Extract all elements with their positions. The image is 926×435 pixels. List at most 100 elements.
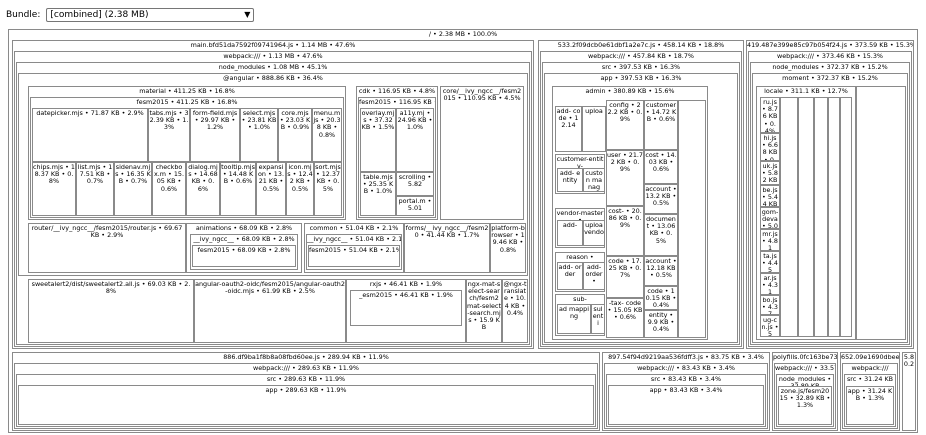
sweetalert-file[interactable]: sweetalert2/dist/sweetalert2.all.js • 69… xyxy=(28,279,194,343)
admin-code[interactable]: code • 17.25 KB • 0.7% xyxy=(606,256,644,298)
admin-account-1[interactable]: account • 13.2 KB • 0.5% xyxy=(644,184,678,214)
file-overlay[interactable]: overlay.mjs • 37.32 KB • 1.5% xyxy=(360,108,396,172)
admin-account-2[interactable]: account • 12.18 KB • 0.5% xyxy=(644,256,678,286)
chunk-5[interactable]: 5.8 0.2 xyxy=(902,352,916,431)
mat-select-search-file[interactable]: ngx-mat-select-search/fesm2 mat-select-s… xyxy=(466,279,502,343)
locale-ar[interactable]: ar.js • 4.31 xyxy=(760,273,780,295)
file-chips[interactable]: chips.mjs • 18.37 KB • 0.8% xyxy=(32,162,76,216)
c652-app-label: app • 31.24 KB • 1.3% xyxy=(847,387,893,403)
admin-tax-code[interactable]: -tax- code • 15.05 KB • 0.6% xyxy=(606,298,644,338)
admin-add-entity[interactable]: add- entity xyxy=(557,168,583,192)
admin-customer-manage[interactable]: custon manag xyxy=(583,168,605,192)
admin-user[interactable]: user • 21.72 KB • 0.9% xyxy=(606,150,644,206)
sweetalert-label: sweetalert2/dist/sweetalert2.all.js • 69… xyxy=(31,280,191,296)
bundle-select[interactable]: [combined] (2.38 MB) ▼ xyxy=(46,8,255,22)
admin-misc-column[interactable] xyxy=(678,100,706,338)
locale-ar-label: ar.js • 4.31 xyxy=(762,274,778,295)
c897-app-label: app • 83.43 KB • 3.4% xyxy=(649,386,723,394)
file-checkbox[interactable]: checkbox.m • 15.05 KB • 0.6% xyxy=(152,162,186,216)
locale-bo-label: bo.js • 4.37 xyxy=(762,296,778,315)
file-sort[interactable]: sort.mjs • 12.37 KB • 0.5% xyxy=(314,162,342,216)
file-select[interactable]: select.mjs • 23.81 KB • 1.0% xyxy=(240,108,278,162)
locale-be[interactable]: be.js • 5.44 KB • 0.2% xyxy=(760,185,780,207)
animations-fesm-folder[interactable]: fesm2015 • 68.09 KB • 2.8% xyxy=(192,245,296,267)
file-overlay-label: overlay.mjs • 37.32 KB • 1.5% xyxy=(361,109,395,132)
locale-mr[interactable]: mr.js • 4.81 xyxy=(760,229,780,251)
chunk-533-label: 533.2f09dcb0e61dbf1a2e7c.js • 458.14 KB … xyxy=(557,41,725,49)
admin-entity[interactable]: entity • 9.9 KB • 0.4% xyxy=(644,310,678,338)
locale-bo[interactable]: bo.js • 4.37 xyxy=(760,295,780,315)
chunk-polyfills-label: polyfills.0fc163be73e9 xyxy=(773,353,837,361)
admin-ad-mapping[interactable]: ad mapping xyxy=(557,304,591,334)
polyfills-zone[interactable]: zone.js/fesm2015 • 32.89 KB • 1.3% xyxy=(778,386,832,425)
locale-ta[interactable]: ta.js • 4.45 xyxy=(760,251,780,273)
admin-upload-1[interactable]: uploa xyxy=(582,106,606,152)
admin-add-code[interactable]: add- code • 12.14 xyxy=(555,106,582,152)
file-form-field-label: form-field.mjs • 29.97 KB • 1.2% xyxy=(192,109,238,132)
rxjs-esm-folder[interactable]: _esm2015 • 46.41 KB • 1.9% xyxy=(350,290,462,326)
moment-misc-column[interactable] xyxy=(856,86,906,340)
ngx-translate-folder[interactable]: @ngx-translate • 10.4 KB • 0.4% xyxy=(502,279,528,343)
platform-browser-file[interactable]: platform-browser • 19.46 KB • 0.8% xyxy=(490,223,526,273)
admin-document[interactable]: document • 13.06 KB • 0.5% xyxy=(644,214,678,256)
file-tabs[interactable]: tabs.mjs • 32.39 KB • 1.3% xyxy=(148,108,190,162)
locale-ru[interactable]: ru.js • 8.76 KB • 0.4% xyxy=(760,97,780,133)
common-fesm-label: fesm2015 • 51.04 KB • 2.1% xyxy=(309,246,399,254)
admin-entity-label: entity • 9.9 KB • 0.4% xyxy=(647,311,675,334)
locale-hi-label: hi.js • 6.68 KB • 0.3% xyxy=(762,134,778,161)
admin-cost[interactable]: cost • 14.03 KB • 0.6% xyxy=(644,150,678,184)
admin-add-order[interactable]: add- order xyxy=(557,262,583,290)
file-menu[interactable]: menu.mjs • 20.38 KB • 0.8% xyxy=(312,108,342,162)
common-fesm-folder[interactable]: fesm2015 • 51.04 KB • 2.1% xyxy=(308,245,400,267)
file-datepicker[interactable]: datepicker.mjs • 71.87 KB • 2.9% xyxy=(32,108,148,162)
locale-uk-label: uk.js • 5.82 KB • 0.2% xyxy=(762,162,778,185)
admin-upload-1-label: uploa xyxy=(585,107,603,115)
locale-col-6[interactable] xyxy=(840,97,852,337)
locale-uk[interactable]: uk.js • 5.82 KB • 0.2% xyxy=(760,161,780,185)
admin-config-label: config • 22.2 KB • 0.9% xyxy=(607,101,643,124)
core-ivy-folder[interactable]: core/__ivy_ngcc__/fesm2015 • 110.95 KB •… xyxy=(440,86,524,220)
oauth-file[interactable]: angular-oauth2-oidc/fesm2015/angular-oau… xyxy=(194,279,346,343)
file-scrolling[interactable]: scrolling • 5.82 xyxy=(396,172,434,196)
admin-cost-2[interactable]: cost- • 20.86 KB • 0.9% xyxy=(606,206,644,256)
admin-customer[interactable]: customer • 14.72 KB • 0.6% xyxy=(644,100,678,150)
admin-vendor-add[interactable]: add- xyxy=(557,220,583,246)
admin-customer-label: customer • 14.72 KB • 0.6% xyxy=(645,101,677,124)
admin-sub-entity[interactable]: sul enti xyxy=(591,304,605,334)
file-tooltip[interactable]: tooltip.mjs • 14.48 KB • 0.6% xyxy=(220,162,256,216)
locale-col-2[interactable] xyxy=(780,97,798,337)
locale-gom[interactable]: gom-deva • 5.06 KB xyxy=(760,207,780,229)
file-expansion[interactable]: expansion • 13.21 KB • 0.5% xyxy=(256,162,286,216)
admin-code-2[interactable]: code • 10.15 KB • 0.4% xyxy=(644,286,678,310)
admin-add-entity-label: add- entity xyxy=(559,169,581,185)
forms-file[interactable]: forms/__ivy_ngcc__/fesm20 • 41.44 KB • 1… xyxy=(404,223,490,273)
locale-col-5[interactable] xyxy=(828,97,840,337)
oauth-label: angular-oauth2-oidc/fesm2015/angular-oau… xyxy=(195,280,345,296)
file-sidenav[interactable]: sidenav.mjs • 16.35 KB • 0.7% xyxy=(114,162,152,216)
file-core-mjs[interactable]: core.mjs • 23.03 KB • 0.9% xyxy=(278,108,312,162)
locale-col-4[interactable] xyxy=(814,97,828,337)
file-expansion-label: expansion • 13.21 KB • 0.5% xyxy=(258,163,284,193)
file-dialog[interactable]: dialog.mjs • 14.68 KB • 0.6% xyxy=(186,162,220,216)
locale-hi[interactable]: hi.js • 6.68 KB • 0.3% xyxy=(760,133,780,161)
c897-app[interactable]: app • 83.43 KB • 3.4% xyxy=(608,385,764,425)
admin-add-order-2[interactable]: add- order • xyxy=(583,262,605,290)
file-icon[interactable]: icon.mjs • 12.42 KB • 0.5% xyxy=(286,162,314,216)
locale-ug[interactable]: ug-cn.js • 5 xyxy=(760,315,780,337)
locale-col-3[interactable] xyxy=(798,97,814,337)
c897-src-label: src • 83.43 KB • 3.4% xyxy=(650,375,722,383)
file-portal[interactable]: portal.m • 5.01 xyxy=(396,196,434,216)
file-form-field[interactable]: form-field.mjs • 29.97 KB • 1.2% xyxy=(190,108,240,162)
file-sidenav-label: sidenav.mjs • 16.35 KB • 0.7% xyxy=(115,163,151,186)
admin-vendor-upload[interactable]: uploa vendo xyxy=(583,220,605,246)
c652-app[interactable]: app • 31.24 KB • 1.3% xyxy=(846,386,894,425)
file-table[interactable]: table.mjs • 25.35 KB • 1.0% xyxy=(360,172,396,216)
file-a11y[interactable]: a11y.mj • 24.96 KB • 1.0% xyxy=(396,108,434,172)
animations-label: animations • 68.09 KB • 2.8% xyxy=(195,224,293,232)
c886-app[interactable]: app • 289.63 KB • 11.9% xyxy=(18,385,594,425)
admin-config[interactable]: config • 22.2 KB • 0.9% xyxy=(606,100,644,150)
router-label: router/__ivy_ngcc__/fesm2015/router.js •… xyxy=(31,224,183,240)
file-list[interactable]: list.mjs • 17.51 KB • 0.7% xyxy=(76,162,114,216)
router-file[interactable]: router/__ivy_ngcc__/fesm2015/router.js •… xyxy=(28,223,186,273)
c419-node-modules-label: node_modules • 372.37 KB • 15.2% xyxy=(772,63,888,71)
